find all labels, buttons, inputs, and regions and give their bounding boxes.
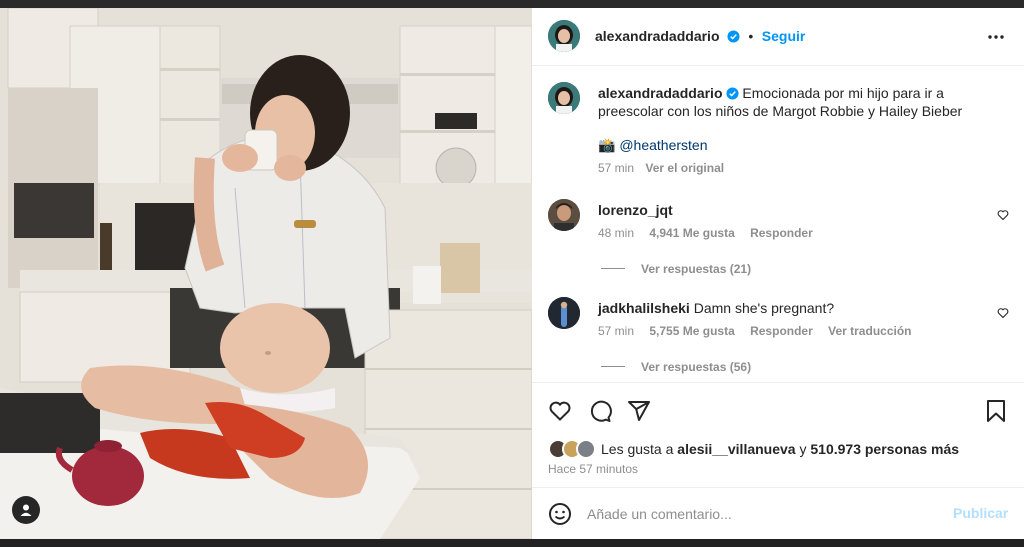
bookmark-icon — [987, 400, 1005, 422]
post-header: alexandradaddario • Seguir — [532, 8, 1024, 66]
liker-avatars[interactable] — [548, 439, 600, 459]
credit-mention-link[interactable]: @heathersten — [619, 137, 707, 153]
reply-button[interactable]: Responder — [750, 324, 813, 338]
comment-likes[interactable]: 4,941 Me gusta — [649, 226, 734, 240]
caption-avatar-image — [548, 82, 580, 114]
publish-button[interactable]: Publicar — [953, 505, 1008, 521]
comment-avatar[interactable] — [548, 297, 580, 329]
likes-summary: Les gusta a alesii__villanueva y 510.973… — [601, 440, 959, 458]
caption-block: alexandradaddario Emocionada por mi hijo… — [598, 84, 988, 120]
camera-icon: 📸 — [598, 137, 616, 153]
share-icon — [628, 401, 650, 421]
comment-avatar-image — [548, 199, 580, 231]
backdrop-top — [0, 0, 1024, 8]
comment-like-button[interactable] — [997, 306, 1009, 324]
view-replies-label[interactable]: Ver respuestas (21) — [641, 262, 751, 276]
heart-icon — [549, 401, 571, 421]
liker-avatar — [576, 439, 596, 459]
comment-author[interactable]: lorenzo_jqt — [598, 202, 673, 218]
comment-text: Damn she's pregnant? — [693, 300, 835, 316]
caption-time: 57 min — [598, 161, 635, 175]
comment-composer: Publicar — [532, 487, 1024, 539]
comment-author[interactable]: jadkhalilsheki — [598, 300, 690, 316]
author-handle[interactable]: alexandradaddario — [595, 28, 720, 44]
author-avatar-image — [548, 20, 580, 52]
verified-badge-icon — [727, 30, 740, 43]
view-replies-label[interactable]: Ver respuestas (56) — [641, 360, 751, 374]
follow-button[interactable]: Seguir — [762, 28, 806, 44]
view-replies[interactable]: Ver respuestas (56) — [601, 358, 751, 376]
see-translation-link[interactable]: Ver traducción — [828, 324, 911, 338]
comment-likes[interactable]: 5,755 Me gusta — [649, 324, 734, 338]
emoji-icon — [549, 503, 571, 525]
reply-button[interactable]: Responder — [750, 226, 813, 240]
emoji-button[interactable] — [548, 502, 572, 531]
more-icon — [988, 35, 1004, 39]
comment-line: lorenzo_jqt — [598, 201, 673, 219]
like-button[interactable] — [548, 399, 572, 428]
action-section: Les gusta a alesii__villanueva y 510.973… — [532, 382, 1024, 487]
photo-credit: 📸 @heathersten — [598, 136, 707, 154]
save-button[interactable] — [985, 399, 1007, 428]
likes-others-link[interactable]: 510.973 personas más — [810, 441, 959, 457]
comment-meta: 57 min 5,755 Me gusta Responder Ver trad… — [598, 324, 912, 338]
backdrop-bottom — [0, 538, 1024, 547]
comment-meta: 48 min 4,941 Me gusta Responder — [598, 226, 813, 240]
replies-divider — [601, 268, 625, 270]
comment-line: jadkhalilsheki Damn she's pregnant? — [598, 299, 834, 317]
more-options-button[interactable] — [987, 30, 1005, 49]
caption-meta: 57 min Ver el original — [598, 161, 724, 175]
comment-icon — [590, 400, 612, 422]
comment-button[interactable] — [588, 399, 612, 428]
caption-author-avatar[interactable] — [548, 82, 580, 114]
comment-time: 57 min — [598, 324, 635, 338]
liker-username[interactable]: alesii__villanueva — [677, 441, 795, 457]
comment-input[interactable] — [587, 503, 927, 525]
header-author-line: alexandradaddario • Seguir — [595, 28, 805, 46]
see-original-link[interactable]: Ver el original — [645, 161, 724, 175]
comment-avatar[interactable] — [548, 199, 580, 231]
post-photo[interactable] — [0, 8, 532, 539]
post-detail-panel: alexandradaddario • Seguir alexandradadd… — [532, 8, 1024, 539]
post-time: Hace 57 minutos — [548, 462, 639, 476]
caption-verified-badge-icon — [725, 87, 739, 100]
heart-icon — [997, 308, 1009, 319]
user-tag-button[interactable] — [12, 496, 40, 524]
comment-avatar-image — [548, 297, 580, 329]
caption-author-handle[interactable]: alexandradaddario — [598, 85, 723, 101]
author-avatar[interactable] — [548, 20, 580, 52]
replies-divider — [601, 366, 625, 368]
user-tag-icon — [20, 504, 32, 516]
comment-time: 48 min — [598, 226, 635, 240]
view-replies[interactable]: Ver respuestas (21) — [601, 260, 751, 278]
share-button[interactable] — [627, 399, 651, 428]
bullet-separator: • — [748, 28, 754, 44]
likes-joiner: y — [799, 441, 807, 457]
likes-prefix: Les gusta a — [601, 441, 674, 457]
post-photo-illustration — [0, 8, 532, 539]
comment-like-button[interactable] — [997, 208, 1009, 226]
heart-icon — [997, 210, 1009, 221]
